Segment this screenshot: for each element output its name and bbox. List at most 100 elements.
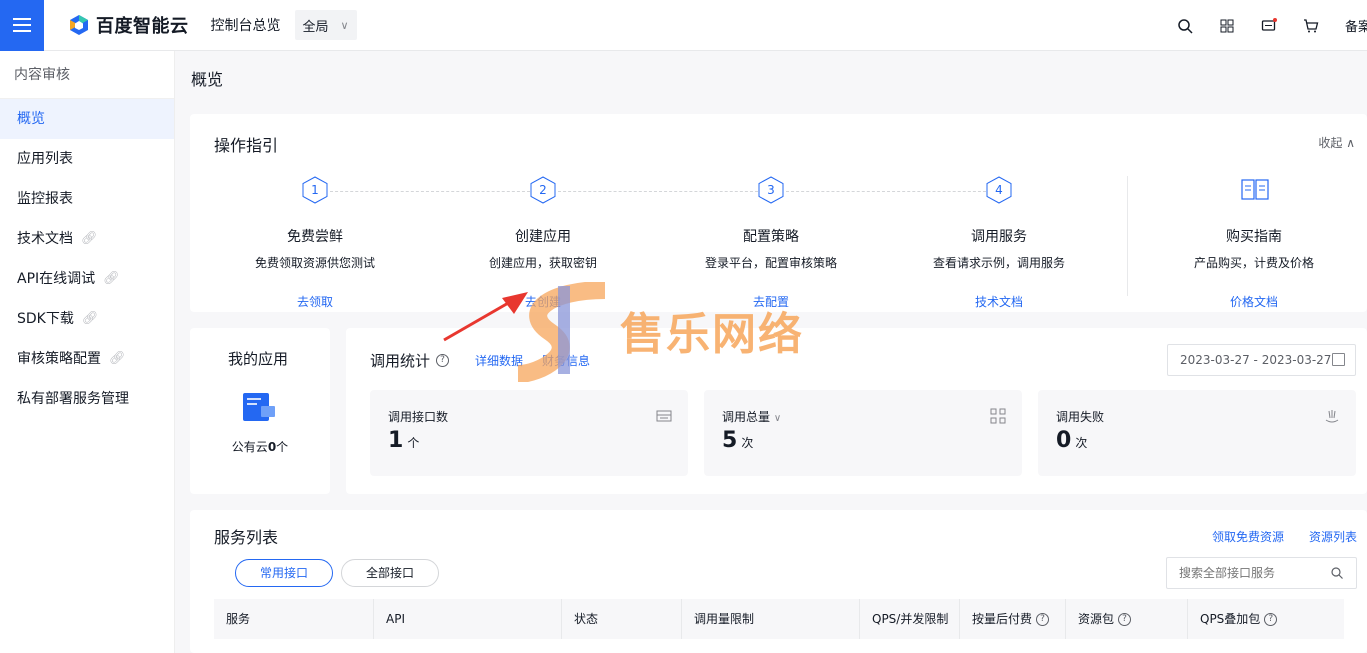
sidebar-item-api-debug[interactable]: API在线调试 🔗︎ [0, 259, 174, 299]
service-search-input[interactable] [1166, 557, 1357, 589]
call-stats-card: 调用统计? 详细数据 财务信息 2023-03-27 - 2023-03-27 … [346, 328, 1367, 494]
sidebar-item-label: 技术文档 [17, 231, 73, 247]
top-actions: 备案 [1177, 0, 1367, 51]
sidebar-item-overview[interactable]: 概览 [0, 99, 174, 139]
chevron-down-icon: ∨ [773, 413, 782, 424]
sidebar-item-private-deploy[interactable]: 私有部署服务管理 [0, 379, 174, 419]
region-select[interactable]: 全局 ∨ [294, 10, 357, 40]
sidebar-item-monitor-report[interactable]: 监控报表 [0, 179, 174, 219]
app-icon[interactable] [242, 390, 276, 424]
sidebar-item-label: 概览 [17, 111, 45, 127]
stat-total-calls: 调用总量 ∨ 5次 [704, 390, 1022, 476]
menu-icon-line [13, 24, 31, 26]
step-desc: 免费领取资源供您测试 [254, 256, 375, 270]
step-number-badge: 1 [302, 176, 328, 204]
column-header-qps-limit: QPS/并发限制 [860, 599, 960, 639]
stat-label: 调用接口数 [388, 410, 449, 424]
column-label: QPS/并发限制 [872, 612, 949, 626]
sidebar-item-tech-docs[interactable]: 技术文档 🔗︎ [0, 219, 174, 259]
column-header-qps-pack: QPS叠加包? [1188, 599, 1344, 639]
stat-label[interactable]: 调用总量 ∨ [722, 408, 781, 425]
column-header-status: 状态 [562, 599, 682, 639]
grid-icon [990, 408, 1006, 424]
step-title: 配置策略 [743, 229, 799, 245]
step-number: 4 [995, 183, 1003, 197]
configure-policy-link[interactable]: 去配置 [661, 293, 881, 310]
search-icon[interactable] [1177, 18, 1193, 34]
tab-common-interfaces[interactable]: 常用接口 [235, 559, 333, 587]
app-count-label: 公有云 [231, 440, 268, 454]
tab-all-interfaces[interactable]: 全部接口 [341, 559, 439, 587]
step-title: 创建应用 [515, 229, 571, 245]
column-label: 资源包 [1078, 612, 1115, 626]
column-label: QPS叠加包 [1200, 612, 1261, 626]
pricing-docs-link[interactable]: 价格文档 [1144, 293, 1364, 310]
external-link-icon: 🔗︎ [109, 351, 126, 366]
date-range-picker[interactable]: 2023-03-27 - 2023-03-27 [1167, 344, 1356, 376]
step-desc: 登录平台，配置审核策略 [704, 256, 837, 270]
sidebar-item-audit-policy[interactable]: 审核策略配置 🔗︎ [0, 339, 174, 379]
guide-divider [1127, 176, 1128, 296]
help-icon[interactable]: ? [1036, 612, 1050, 626]
collapse-button[interactable]: 收起 ∧ [1318, 134, 1355, 151]
search-icon[interactable] [1331, 567, 1343, 579]
message-icon[interactable] [1261, 17, 1277, 34]
finance-info-link[interactable]: 财务信息 [542, 352, 590, 369]
stat-label-text: 调用总量 [722, 410, 771, 424]
claim-free-link[interactable]: 去领取 [205, 293, 425, 310]
step-title: 调用服务 [971, 229, 1027, 245]
tech-docs-link[interactable]: 技术文档 [889, 293, 1109, 310]
column-header-resource-pack: 资源包? [1066, 599, 1188, 639]
guide-step-1: 1 免费尝鲜 免费领取资源供您测试 去领取 [205, 176, 425, 310]
guide-step-3: 3 配置策略 登录平台，配置审核策略 去配置 [661, 176, 881, 310]
menu-icon-line [13, 30, 31, 32]
interface-icon [656, 410, 672, 422]
service-table-header: 服务 API 状态 调用量限制 QPS/并发限制 按量后付费? 资源包? QPS… [214, 599, 1344, 639]
sidebar-item-label: 应用列表 [17, 151, 73, 167]
date-range-value: 2023-03-27 - 2023-03-27 [1180, 353, 1332, 367]
claim-free-resource-link[interactable]: 领取免费资源 [1212, 528, 1284, 545]
column-label: 状态 [574, 612, 599, 626]
public-cloud-app-count: 公有云0个 [190, 438, 330, 455]
external-link-icon: 🔗︎ [103, 271, 120, 286]
stat-failed-calls: 调用失败 0次 [1038, 390, 1356, 476]
stat-number: 1 [388, 428, 404, 453]
sidebar-item-label: 审核策略配置 [17, 351, 101, 367]
stat-label: 调用失败 [1056, 410, 1105, 424]
sidebar: 内容审核 概览 应用列表 监控报表 技术文档 🔗︎ API在线调试 🔗︎ SDK下载… [0, 51, 175, 653]
stats-title: 调用统计? [370, 350, 450, 371]
beian-link[interactable]: 备案 [1345, 16, 1367, 35]
column-header-call-limit: 调用量限制 [682, 599, 860, 639]
buy-guide-desc: 产品购买，计费及价格 [1193, 256, 1314, 270]
step-desc: 查看请求示例，调用服务 [932, 256, 1065, 270]
column-header-api: API [374, 599, 562, 639]
region-value: 全局 [302, 19, 329, 35]
external-link-icon: 🔗︎ [81, 311, 99, 326]
sidebar-item-sdk-download[interactable]: SDK下载 🔗︎ [0, 299, 174, 339]
step-number-badge: 2 [530, 176, 556, 204]
stat-unit: 次 [1075, 436, 1088, 450]
baidu-cloud-logo-icon [70, 15, 88, 35]
apps-grid-icon[interactable] [1219, 18, 1235, 34]
app-count-unit: 个 [276, 440, 289, 454]
stat-value: 0次 [1056, 428, 1087, 453]
sidebar-item-app-list[interactable]: 应用列表 [0, 139, 174, 179]
collapse-label: 收起 [1318, 136, 1343, 150]
service-list-title: 服务列表 [214, 528, 279, 547]
help-icon[interactable]: ? [1118, 612, 1132, 626]
help-icon[interactable]: ? [1264, 612, 1278, 626]
cart-icon[interactable] [1303, 18, 1319, 34]
menu-button[interactable] [0, 0, 44, 51]
buy-guide-title: 购买指南 [1226, 229, 1282, 245]
my-apps-card: 我的应用 公有云0个 [190, 328, 330, 494]
detail-data-link[interactable]: 详细数据 [475, 352, 523, 369]
resource-list-link[interactable]: 资源列表 [1309, 528, 1357, 545]
step-number: 1 [311, 183, 319, 197]
help-icon[interactable]: ? [436, 354, 450, 367]
create-app-link[interactable]: 去创建 [433, 293, 653, 310]
brand-logo[interactable]: 百度智能云 [68, 12, 189, 38]
step-number-badge: 4 [986, 176, 1012, 204]
guide-step-2: 2 创建应用 创建应用，获取密钥 去创建 [433, 176, 653, 310]
column-label: 服务 [226, 612, 251, 626]
console-overview-link[interactable]: 控制台总览 [211, 15, 281, 35]
